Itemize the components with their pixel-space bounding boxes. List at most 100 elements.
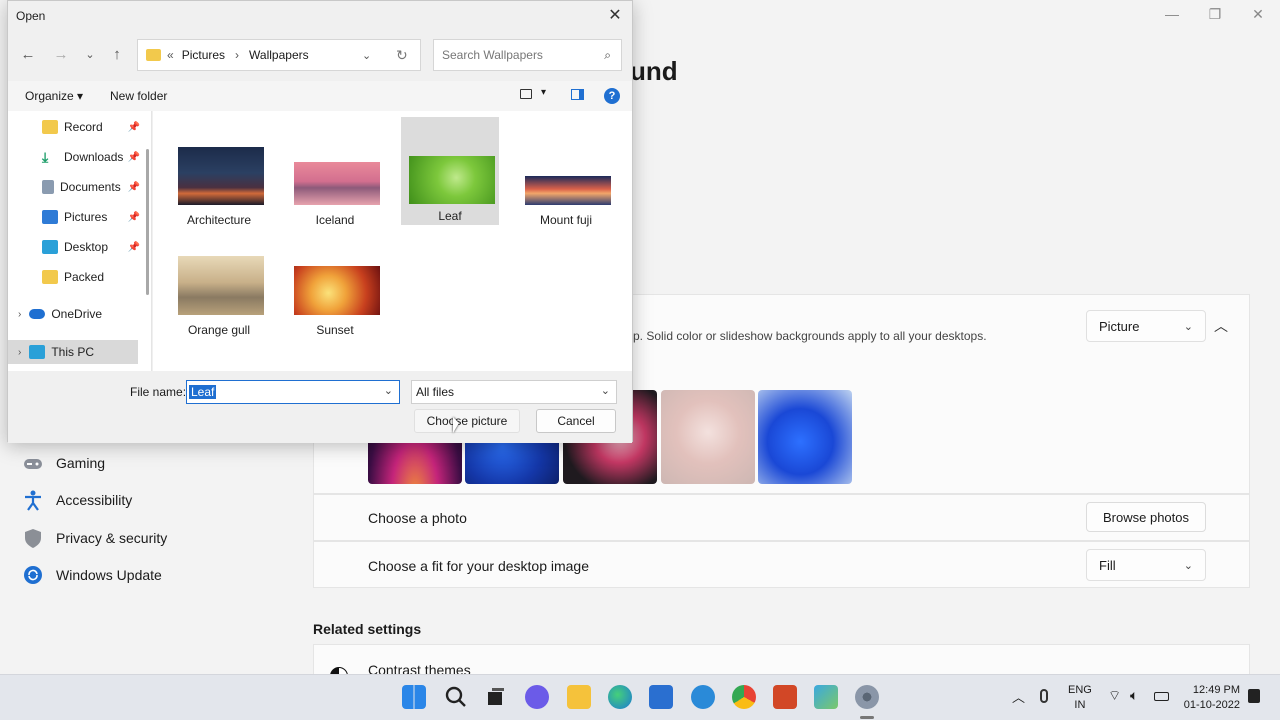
pin-icon: 📌 [127,121,140,133]
forward-button[interactable]: → [51,45,71,65]
dialog-title: Open [16,9,46,23]
breadcrumb-separator: › [235,48,240,62]
file-item-orange-gull[interactable]: Orange gull [170,231,268,339]
preview-pane-icon[interactable] [571,89,584,100]
task-view-icon[interactable] [484,685,508,709]
dialog-close-button[interactable]: ✕ [604,5,626,27]
dialog-toolbar: Organize ▾ New folder ▾ ? [8,81,632,111]
file-name: Iceland [315,213,355,227]
sidebar-item-accessibility[interactable]: Accessibility [22,486,132,514]
chevron-down-icon[interactable]: ⌄ [384,384,393,397]
tree-item-label: This PC [51,345,95,359]
shield-icon [22,527,44,549]
powerpoint-icon[interactable] [773,685,797,709]
sidebar-item-windows-update[interactable]: Windows Update [22,561,162,589]
taskbar: ︿ ENG IN ⌔ 🔈︎ 12:49 PM 01-10-2022 [0,674,1280,720]
breadcrumb-wallpapers[interactable]: Wallpapers [249,48,309,62]
refresh-icon[interactable]: ↻ [396,47,408,64]
download-icon: ⤓ [42,149,49,165]
maps-icon[interactable] [814,685,838,709]
close-window-button[interactable]: ✕ [1238,6,1278,26]
breadcrumb-pictures[interactable]: Pictures [182,48,225,62]
chevron-down-icon: ⌄ [1183,320,1193,333]
pin-icon: 📌 [127,181,140,193]
file-name-label: File name: [130,385,187,399]
file-item-sunset[interactable]: Sunset [286,231,384,339]
cancel-button[interactable]: Cancel [536,409,616,433]
help-icon[interactable]: ? [604,88,620,104]
file-name: Orange gull [187,323,251,337]
edge-icon[interactable] [608,685,632,709]
search-icon[interactable] [444,685,468,709]
accessibility-icon [22,489,44,511]
chrome-icon[interactable] [732,685,756,709]
organize-button[interactable]: Organize ▾ [25,89,83,103]
tree-item-packed[interactable]: Packed [8,265,144,289]
clock[interactable]: 12:49 PM 01-10-2022 [1182,683,1240,713]
search-input[interactable]: Search Wallpapers ⌕ [433,39,622,71]
pin-icon: 📌 [127,151,140,163]
tree-item-this-pc[interactable]: › This PC [8,340,138,364]
file-explorer-icon[interactable] [567,685,591,709]
tree-item-documents[interactable]: Documents 📌 [8,175,144,199]
view-icon[interactable] [520,89,532,99]
dialog-footer: File name: Leaf ⌄ All files ⌄ Choose pic… [8,371,632,443]
address-bar[interactable]: « Pictures › Wallpapers ⌄ ↻ [137,39,421,71]
maximize-button[interactable]: ❐ [1195,6,1235,26]
folder-icon [146,49,161,61]
chevron-down-icon[interactable]: ▾ [541,87,546,98]
language-indicator[interactable]: ENG IN [1068,683,1092,713]
chevron-down-icon[interactable]: ⌄ [362,49,371,62]
choose-photo-label: Choose a photo [368,510,467,526]
tree-item-downloads[interactable]: ⤓ Downloads 📌 [8,145,144,169]
settings-icon[interactable] [855,685,879,709]
region-code: IN [1074,699,1086,711]
sidebar-item-gaming[interactable]: Gaming [22,449,105,477]
expand-icon[interactable]: › [18,347,21,358]
file-thumbnail [294,266,380,315]
tree-scrollbar[interactable] [146,149,149,295]
up-button[interactable]: ↑ [107,45,127,65]
file-thumbnail [525,176,611,205]
recent-image-5[interactable] [758,390,852,484]
start-icon[interactable] [402,685,426,709]
tree-item-record[interactable]: Record 📌 [8,115,144,139]
wifi-icon[interactable]: ⌔ [1108,687,1121,705]
browse-photos-button[interactable]: Browse photos [1086,502,1206,532]
file-name-input[interactable]: Leaf ⌄ [186,380,400,404]
pin-icon: 📌 [127,241,140,253]
date: 01-10-2022 [1183,699,1240,711]
sidebar-item-privacy[interactable]: Privacy & security [22,524,167,552]
file-name-value: Leaf [189,385,217,399]
file-item-leaf[interactable]: Leaf [401,117,499,225]
minimize-button[interactable]: — [1152,6,1192,26]
store-icon[interactable] [649,685,673,709]
choose-picture-button[interactable]: Choose picture [414,409,520,433]
file-item-mount-fuji[interactable]: Mount fuji [517,121,615,229]
page-title: und [630,56,678,86]
battery-icon[interactable] [1154,692,1169,701]
background-type-dropdown[interactable]: Picture ⌄ [1086,310,1206,342]
back-button[interactable]: ← [18,45,38,65]
volume-icon[interactable]: 🔈︎ [1130,687,1138,704]
file-type-select[interactable]: All files ⌄ [411,380,617,404]
chat-icon[interactable] [525,685,549,709]
file-item-architecture[interactable]: Architecture [170,121,268,229]
chevron-down-icon: ⌄ [1183,559,1193,572]
chevron-up-icon[interactable]: ︿ [1012,687,1025,706]
tree-item-onedrive[interactable]: › OneDrive [8,302,144,326]
file-item-iceland[interactable]: Iceland [286,121,384,229]
recent-locations-button[interactable]: ⌄ [80,45,100,65]
fit-dropdown[interactable]: Fill ⌄ [1086,549,1206,581]
tree-item-pictures[interactable]: Pictures 📌 [8,205,144,229]
app-icon[interactable] [691,685,715,709]
expand-icon[interactable]: › [18,309,21,320]
open-dialog: Open ✕ ← → ⌄ ↑ « Pictures › Wallpapers ⌄… [7,0,633,443]
recent-image-4[interactable] [661,390,755,484]
notification-icon[interactable] [1248,689,1260,703]
tree-item-desktop[interactable]: Desktop 📌 [8,235,144,259]
microphone-icon[interactable] [1040,689,1048,703]
sidebar-item-label: Accessibility [56,492,133,508]
collapse-button[interactable]: ︿ [1214,316,1228,336]
new-folder-button[interactable]: New folder [110,89,167,103]
